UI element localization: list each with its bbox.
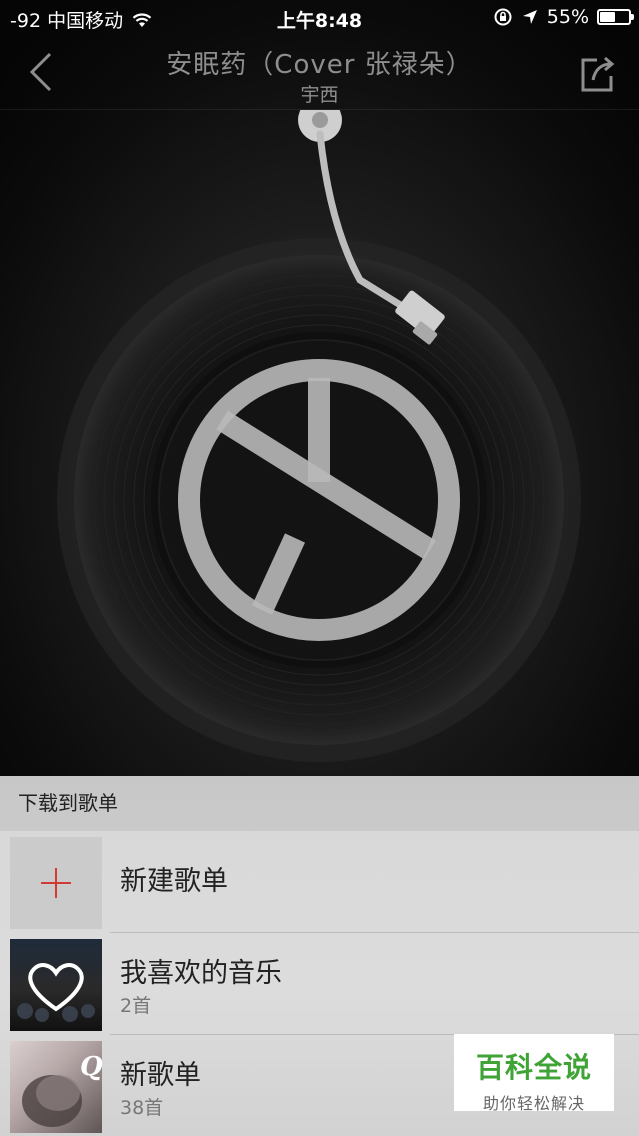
artist-name: 宇西: [300, 84, 339, 106]
player-screen: -92 中国移动 上午8:48 55% 安眠药（Cover 张禄朵） 宇西 下载…: [0, 0, 639, 1136]
battery-percent: 55%: [546, 6, 589, 28]
sheet-title: 下载到歌单: [0, 776, 639, 831]
watermark: 百科全说 助你轻松解决: [454, 1034, 614, 1113]
battery-icon: [597, 9, 634, 25]
share-icon: [581, 56, 615, 92]
album-cover: Q: [10, 1041, 102, 1133]
playlist-count: 2首: [120, 995, 152, 1017]
share-button[interactable]: [577, 50, 617, 94]
status-bar: -92 中国移动 上午8:48 55%: [0, 0, 639, 36]
favorites-thumb: [10, 939, 102, 1031]
song-title: 安眠药（Cover 张禄朵）: [166, 50, 473, 80]
vinyl-record[interactable]: [0, 98, 639, 776]
location-arrow-icon: [522, 10, 537, 24]
heart-icon: [17, 963, 95, 1022]
album-cover-art: Q: [22, 1052, 102, 1127]
playlist-item-new[interactable]: 新建歌单: [0, 831, 639, 933]
playlist-name: 我喜欢的音乐: [120, 958, 282, 989]
new-playlist-thumb: [10, 837, 102, 929]
battery-fill: [600, 12, 615, 22]
playlist-item-favorites[interactable]: 我喜欢的音乐 2首: [0, 933, 639, 1035]
watermark-title: 百科全说: [475, 1051, 592, 1084]
watermark-subtitle: 助你轻松解决: [482, 1094, 585, 1113]
playlist-name: 新建歌单: [120, 866, 228, 897]
rotation-lock-icon: [494, 8, 512, 26]
plus-icon: [41, 868, 71, 898]
svg-text:Q: Q: [80, 1052, 102, 1082]
playlist-count: 38首: [120, 1097, 164, 1119]
status-right: 55%: [493, 6, 634, 28]
nav-bar: 安眠药（Cover 张禄朵） 宇西: [0, 36, 639, 110]
playlist-name: 新歌单: [120, 1060, 201, 1091]
vinyl-area: [0, 98, 639, 776]
